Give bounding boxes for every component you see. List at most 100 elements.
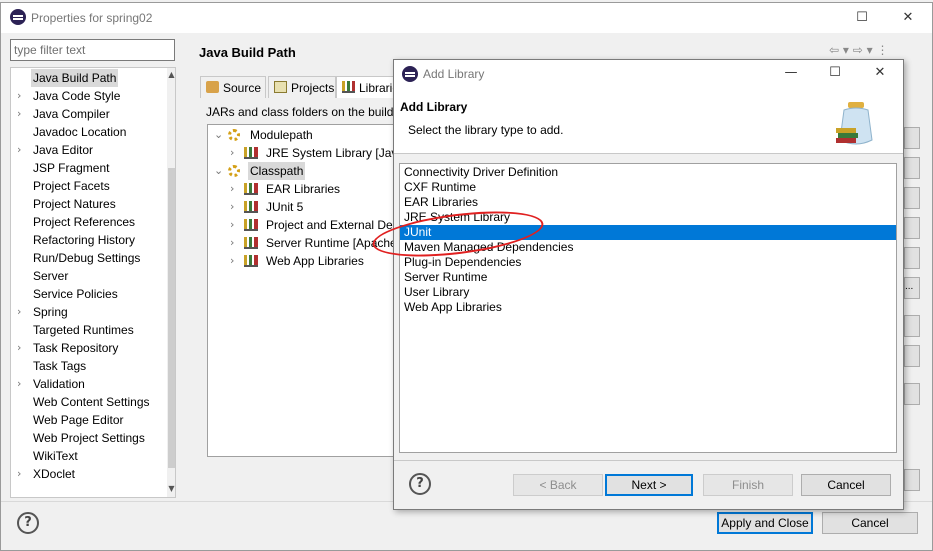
category-label: Web Content Settings [33, 395, 150, 409]
eclipse-icon [402, 66, 418, 82]
category-label: Web Page Editor [33, 413, 124, 427]
category-label: Java Build Path [31, 69, 119, 87]
expand-arrow-icon[interactable]: › [230, 180, 234, 198]
expand-arrow-icon[interactable]: › [17, 465, 21, 483]
category-label: JSP Fragment [33, 161, 110, 175]
expand-arrow-icon[interactable]: › [17, 339, 21, 357]
build-path-entry-label: Classpath [248, 162, 306, 180]
expand-arrow-icon[interactable]: › [230, 234, 234, 252]
build-path-tree: ⌄ Modulepath › JRE System Library [Java ⌄ Cla… [207, 124, 407, 457]
category-label: Java Editor [33, 143, 94, 157]
category-label: Java Compiler [33, 107, 110, 121]
library-icon [342, 81, 355, 93]
next-button[interactable]: Next > [605, 474, 693, 496]
cancel-button[interactable]: Cancel [822, 512, 918, 534]
library-type-item[interactable]: User Library [400, 285, 896, 300]
side-button[interactable] [904, 157, 920, 179]
category-label: Server [33, 269, 69, 283]
category-label: Javadoc Location [33, 125, 127, 139]
source-folder-icon [206, 81, 219, 93]
help-icon[interactable]: ? [409, 473, 431, 495]
library-type-item[interactable]: EAR Libraries [400, 195, 896, 210]
library-type-item[interactable]: Web App Libraries [400, 300, 896, 315]
side-button[interactable] [904, 247, 920, 269]
expand-arrow-icon[interactable]: › [230, 216, 234, 234]
category-scrollbar[interactable]: ▲ ▼ [167, 68, 175, 497]
back-button[interactable]: < Back [513, 474, 603, 496]
maximize-button[interactable]: ☐ [820, 60, 850, 86]
finish-button[interactable]: Finish [703, 474, 793, 496]
library-type-item[interactable]: CXF Runtime [400, 180, 896, 195]
library-icon [244, 147, 258, 159]
scroll-down-icon[interactable]: ▼ [167, 484, 175, 493]
build-path-entry-label: Modulepath [250, 128, 313, 142]
scroll-thumb[interactable] [168, 168, 175, 468]
library-type-item[interactable]: Plug-in Dependencies [400, 255, 896, 270]
library-icon [244, 183, 258, 195]
back-arrow-icon[interactable]: ⇦ [829, 43, 839, 57]
apply-and-close-button[interactable]: Apply and Close [717, 512, 813, 534]
category-label: Task Repository [33, 341, 119, 355]
side-button[interactable] [904, 383, 920, 405]
wizard-subtitle: Select the library type to add. [408, 123, 564, 137]
chevron-down-icon[interactable]: ▾ [843, 43, 849, 57]
wizard-footer-separator [394, 460, 903, 461]
library-jar-icon [836, 102, 873, 145]
expand-arrow-icon[interactable]: › [230, 252, 234, 270]
build-path-entry-label: Project and External Dep [266, 218, 400, 232]
expand-arrow-icon[interactable]: › [17, 303, 21, 321]
expand-arrow-icon[interactable]: › [230, 144, 234, 162]
category-label: Run/Debug Settings [33, 251, 141, 265]
build-path-entry-label: JUnit 5 [266, 200, 304, 214]
projects-icon [274, 81, 287, 93]
chevron-down-icon[interactable]: ▾ [867, 43, 873, 57]
gears-icon [228, 129, 240, 141]
expand-arrow-icon[interactable]: › [17, 105, 21, 123]
minimize-button[interactable]: — [776, 60, 806, 86]
library-type-item[interactable]: Server Runtime [400, 270, 896, 285]
expand-arrow-icon[interactable]: › [17, 87, 21, 105]
expand-arrow-icon[interactable]: › [17, 141, 21, 159]
category-label: Refactoring History [33, 233, 136, 247]
add-library-window-title: Add Library [423, 67, 485, 81]
collapse-arrow-icon[interactable]: ⌄ [214, 126, 223, 144]
category-label: Project References [33, 215, 136, 229]
side-button[interactable] [904, 217, 920, 239]
close-button[interactable]: ✕ [865, 60, 895, 86]
side-button[interactable] [904, 127, 920, 149]
forward-arrow-icon[interactable]: ⇨ [853, 43, 863, 57]
side-button-more[interactable]: ... [904, 277, 920, 299]
maximize-button[interactable]: ☐ [847, 5, 877, 31]
gears-icon [228, 165, 240, 177]
category-label: Spring [33, 305, 68, 319]
side-button[interactable] [904, 469, 920, 491]
help-icon[interactable]: ? [17, 512, 39, 534]
category-label: XDoclet [33, 467, 76, 481]
build-path-entry-label: Web App Libraries [266, 254, 364, 268]
tab-libraries[interactable]: Librarie [336, 76, 399, 98]
tab-projects[interactable]: Projects [268, 76, 336, 98]
category-label: Java Code Style [33, 89, 121, 103]
side-button[interactable] [904, 187, 920, 209]
page-navigation: ⇦ ▾ ⇨ ▾ ⋮ [829, 43, 889, 57]
menu-icon[interactable]: ⋮ [877, 43, 889, 57]
expand-arrow-icon[interactable]: › [17, 375, 21, 393]
window-title: Properties for spring02 [31, 11, 153, 25]
collapse-arrow-icon[interactable]: ⌄ [214, 162, 223, 180]
scroll-up-icon[interactable]: ▲ [167, 70, 175, 79]
tab-source[interactable]: Source [200, 76, 266, 98]
category-tree: ▲ ▼ Java Build Path › Java Code Style › Java… [10, 67, 176, 498]
library-type-list: Connectivity Driver Definition CXF Runtim… [399, 163, 897, 453]
side-button[interactable] [904, 315, 920, 337]
filter-input[interactable] [10, 39, 175, 61]
properties-titlebar: Properties for spring02 ☐ ✕ [1, 3, 932, 33]
side-button[interactable] [904, 345, 920, 367]
wizard-heading: Add Library [400, 100, 468, 114]
cancel-button[interactable]: Cancel [801, 474, 891, 496]
build-path-entry-label: EAR Libraries [266, 182, 341, 196]
expand-arrow-icon[interactable]: › [230, 198, 234, 216]
close-button[interactable]: ✕ [893, 5, 923, 31]
library-type-item[interactable]: Connectivity Driver Definition [400, 165, 896, 180]
category-label: Targeted Runtimes [33, 323, 134, 337]
add-library-titlebar: Add Library — ☐ ✕ [394, 60, 903, 88]
